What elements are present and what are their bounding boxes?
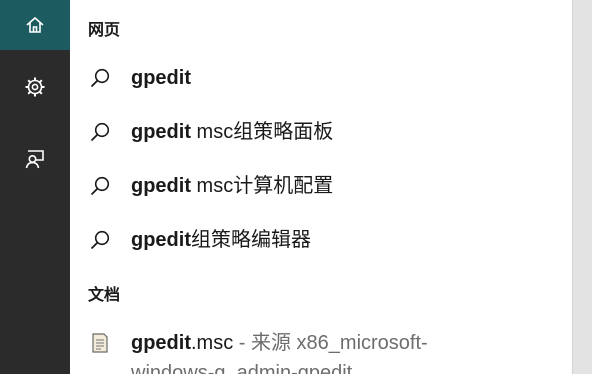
settings-button[interactable]	[0, 62, 70, 112]
result-keyword: gpedit	[131, 229, 191, 251]
result-suffix: 组策略编辑器	[191, 229, 311, 251]
result-keyword: gpedit	[131, 332, 191, 354]
left-rail	[0, 0, 70, 374]
result-suffix: msc计算机配置	[191, 175, 334, 197]
document-icon	[92, 333, 108, 353]
search-results-panel: 网页 gpedit gpedit msc组策略面板 gpedit msc计算机配…	[70, 0, 572, 374]
web-result-gpedit-editor[interactable]: gpedit组策略编辑器	[70, 219, 572, 259]
home-button[interactable]	[0, 0, 70, 50]
search-icon	[90, 230, 110, 250]
search-icon	[90, 176, 110, 196]
file-extension: .msc	[191, 332, 234, 354]
file-source: - 来源 x86_microsoft-	[233, 332, 428, 354]
search-icon	[90, 122, 110, 142]
result-text: gpedit.msc - 来源 x86_microsoft-	[131, 330, 428, 356]
result-text: gpedit组策略编辑器	[131, 227, 311, 253]
result-keyword: gpedit	[131, 121, 191, 143]
section-header-docs: 文档	[88, 287, 121, 304]
file-source-continued: windows-g..admin-gpedit	[131, 362, 353, 374]
section-header-web: 网页	[88, 22, 121, 39]
home-icon	[26, 16, 44, 33]
result-suffix: msc组策略面板	[191, 121, 334, 143]
result-keyword: gpedit	[131, 175, 191, 197]
web-result-gpedit-msc-panel[interactable]: gpedit msc组策略面板	[70, 111, 572, 151]
background-window-edge	[572, 0, 592, 374]
doc-result-gpedit-msc[interactable]: gpedit.msc - 来源 x86_microsoft-	[70, 322, 572, 362]
result-text: gpedit msc计算机配置	[131, 173, 333, 199]
web-result-gpedit-msc-computer[interactable]: gpedit msc计算机配置	[70, 165, 572, 205]
search-icon	[90, 68, 110, 88]
result-text: gpedit	[131, 65, 191, 91]
settings-icon	[25, 77, 45, 97]
feedback-icon	[25, 150, 44, 169]
feedback-button[interactable]	[0, 134, 70, 184]
web-result-gpedit[interactable]: gpedit	[70, 57, 572, 97]
result-keyword: gpedit	[131, 67, 191, 89]
result-text: gpedit msc组策略面板	[131, 119, 333, 145]
